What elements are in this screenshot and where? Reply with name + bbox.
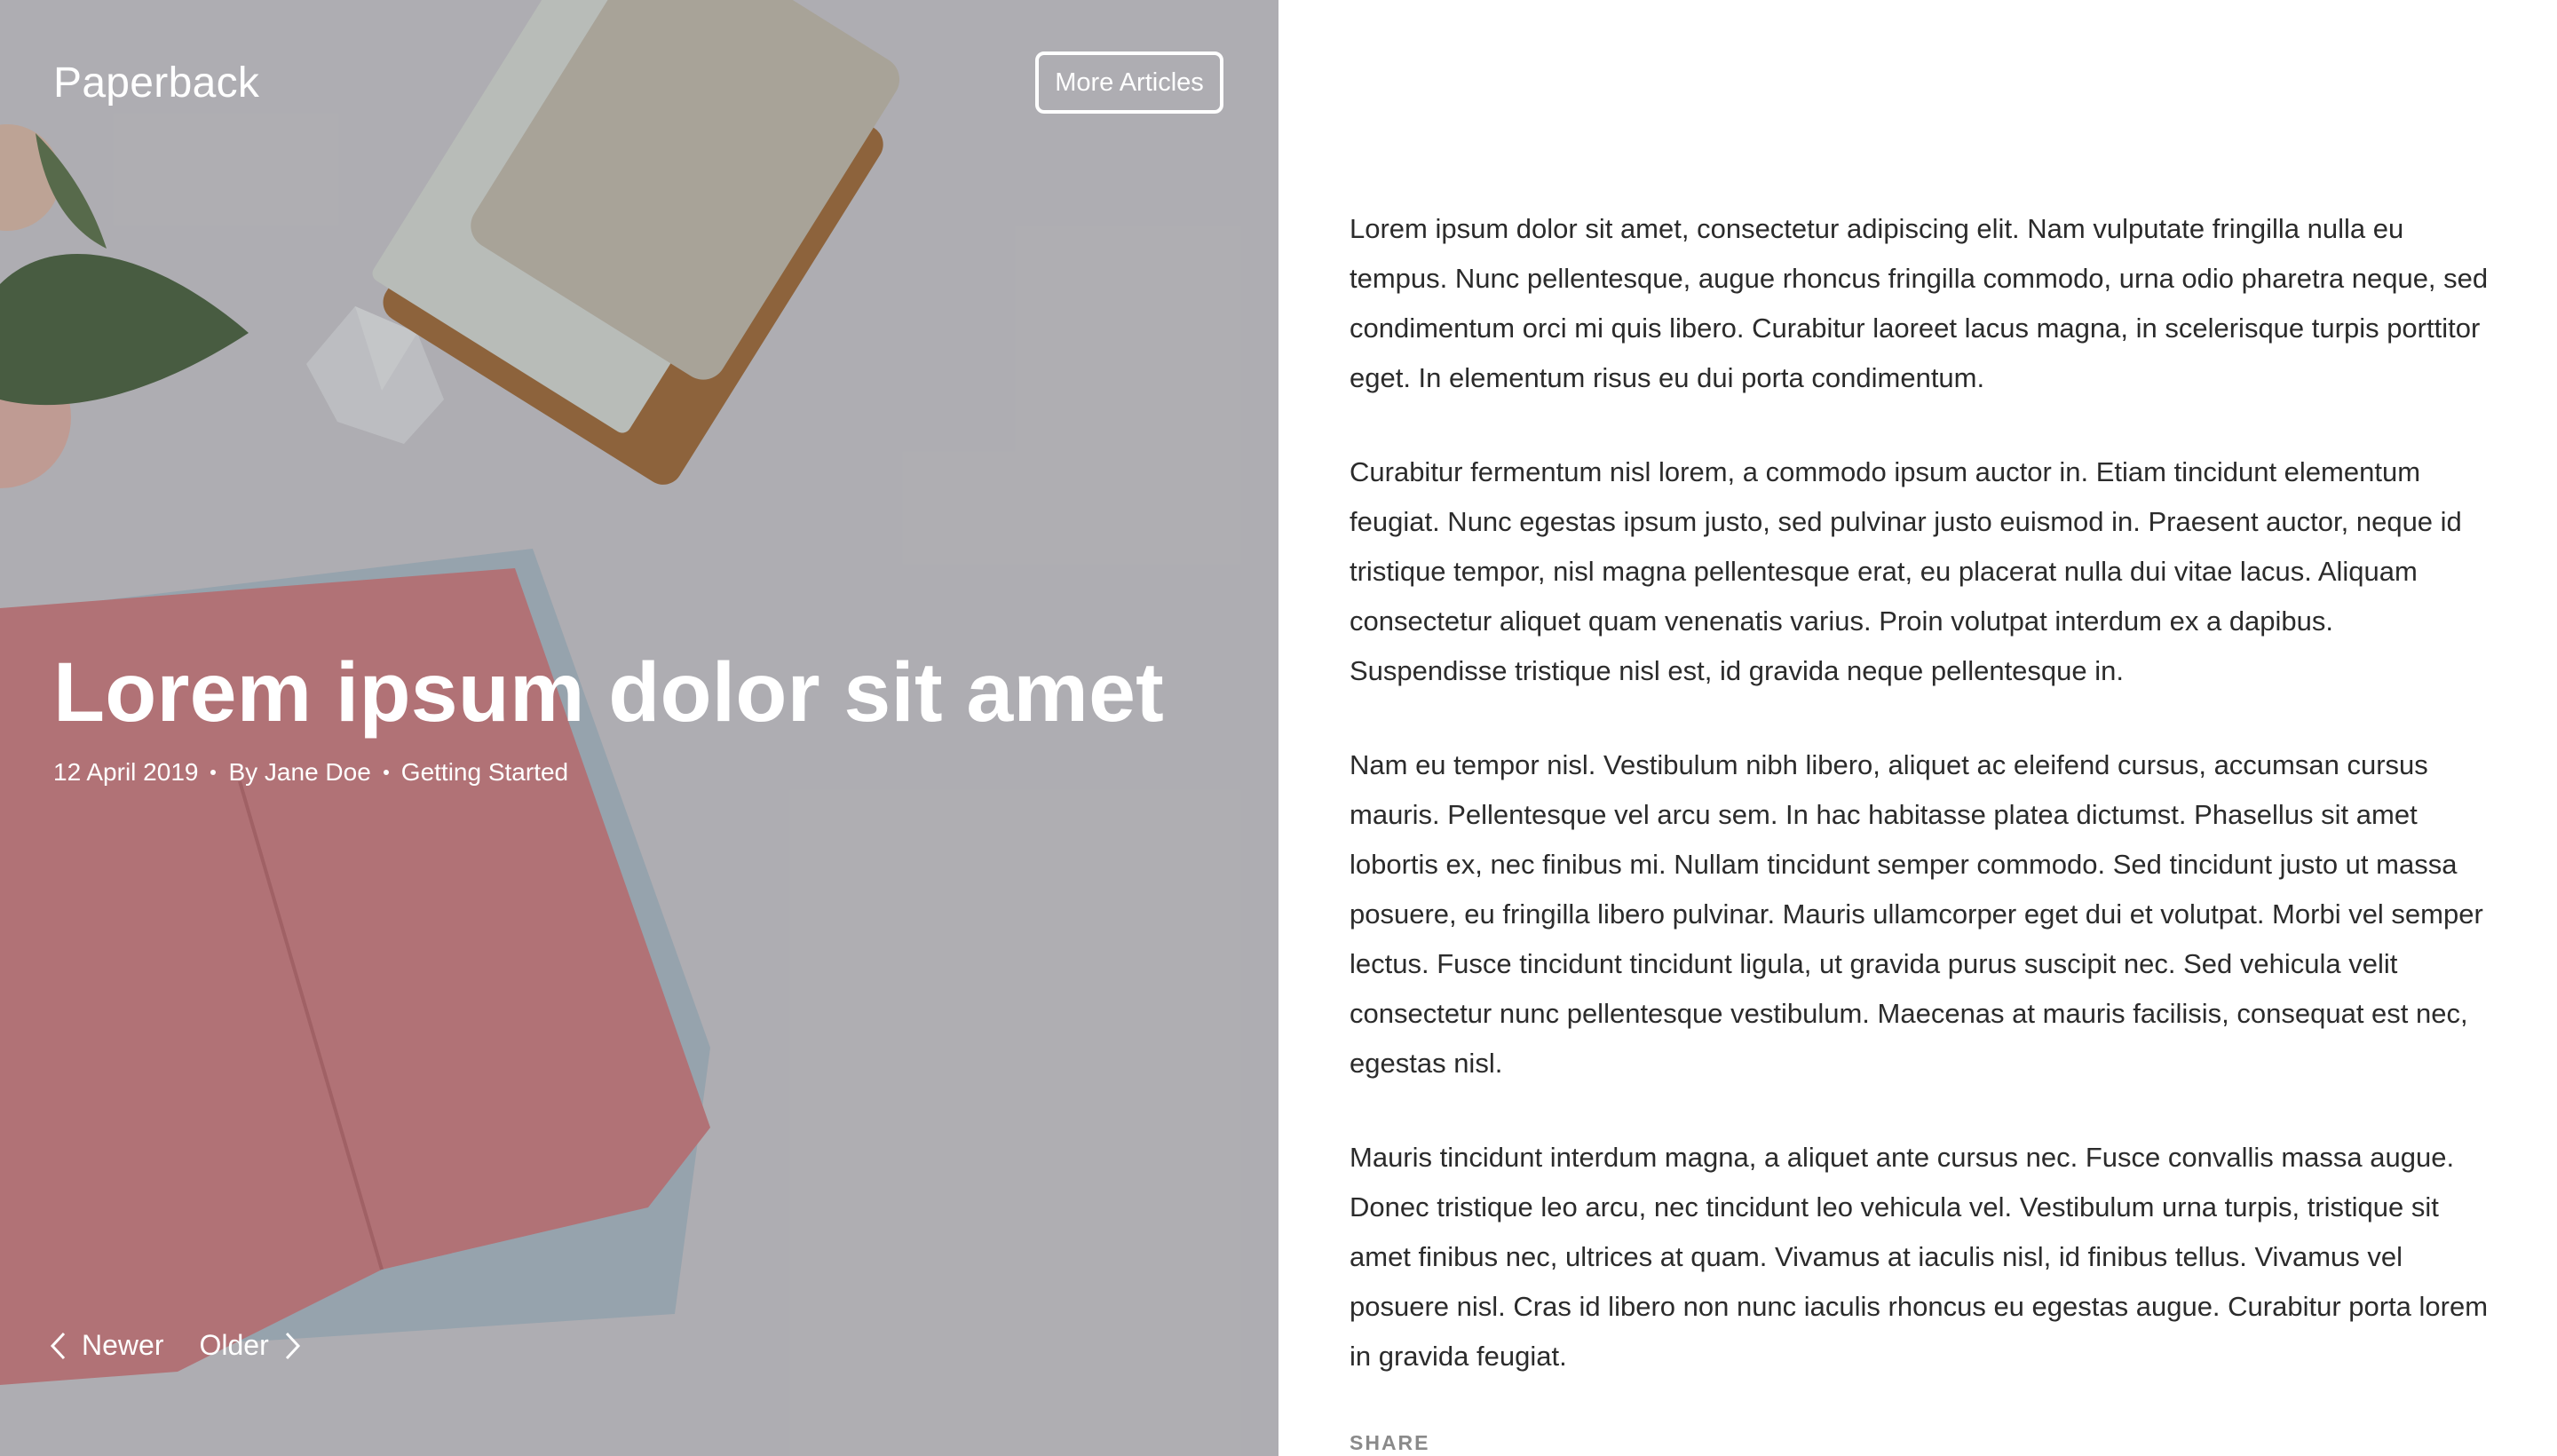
meta-separator	[383, 770, 389, 775]
post-title: Lorem ipsum dolor sit amet	[53, 645, 1164, 740]
post-meta: 12 April 2019 By Jane Doe Getting Starte…	[53, 758, 568, 787]
post-date: 12 April 2019	[53, 758, 199, 786]
article-paragraph: Lorem ipsum dolor sit amet, consectetur …	[1350, 213, 2489, 393]
meta-separator	[210, 770, 217, 775]
older-label: Older	[199, 1329, 269, 1361]
article-body: Lorem ipsum dolor sit amet, consectetur …	[1350, 204, 2495, 1426]
chevron-right-icon	[285, 1332, 300, 1359]
chevron-left-icon	[50, 1332, 66, 1359]
article-paragraph: Mauris tincidunt interdum magna, a aliqu…	[1350, 1142, 2489, 1372]
hero-section: Paperback More Articles Lorem ipsum dolo…	[0, 0, 1278, 1456]
page: Paperback More Articles Lorem ipsum dolo…	[0, 0, 2557, 1456]
newer-label: Newer	[82, 1329, 164, 1361]
newer-post-link[interactable]: Newer	[48, 1329, 163, 1362]
article-paragraph: Nam eu tempor nisl. Vestibulum nibh libe…	[1350, 749, 2483, 1079]
older-post-link[interactable]: Older	[199, 1329, 302, 1362]
site-logo[interactable]: Paperback	[53, 59, 259, 107]
share-heading: SHARE	[1350, 1431, 1430, 1454]
more-articles-button[interactable]: More Articles	[1035, 51, 1223, 114]
article-paragraph: Curabitur fermentum nisl lorem, a commod…	[1350, 456, 2462, 686]
post-category-link[interactable]: Getting Started	[401, 758, 568, 787]
post-pagination: Newer Older	[48, 1329, 303, 1362]
post-author-link[interactable]: By Jane Doe	[228, 758, 370, 787]
